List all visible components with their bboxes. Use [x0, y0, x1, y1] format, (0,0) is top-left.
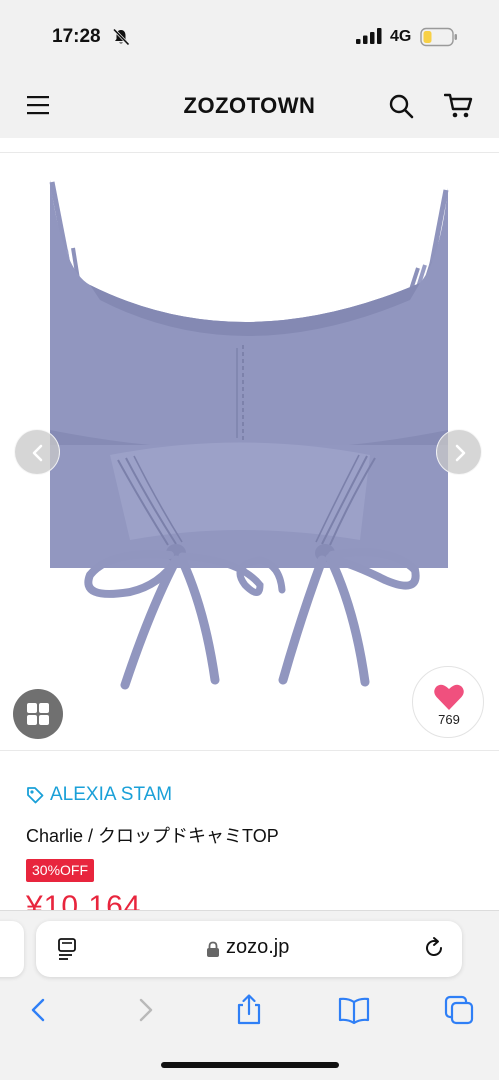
- product-name: Charlie / クロップドキャミTOP: [26, 826, 279, 846]
- grid-icon-cell: [27, 715, 37, 725]
- image-grid-button[interactable]: [13, 689, 63, 739]
- top-area: 17:28 4G ZOZOTOWN: [0, 0, 499, 138]
- site-logo[interactable]: ZOZOTOWN: [0, 93, 499, 119]
- previous-image-button[interactable]: [14, 429, 60, 475]
- previous-tab-pill[interactable]: [0, 921, 24, 977]
- tabs-icon: [444, 995, 474, 1025]
- grid-icon-cell: [39, 703, 49, 713]
- menu-icon[interactable]: [26, 94, 50, 116]
- browser-toolbar: zozo.jp: [0, 910, 499, 1080]
- forward-button[interactable]: [130, 993, 164, 1027]
- lock-icon: [207, 941, 219, 957]
- next-image-button[interactable]: [436, 429, 482, 475]
- chevron-left-icon: [32, 444, 43, 462]
- bell-off-icon: [112, 28, 130, 46]
- reload-icon[interactable]: [422, 936, 446, 960]
- tabs-button[interactable]: [442, 993, 476, 1027]
- share-icon: [237, 994, 261, 1025]
- page-menu-icon[interactable]: [58, 938, 80, 960]
- battery-icon: [420, 27, 457, 47]
- back-icon: [31, 998, 45, 1022]
- discount-badge: 30%OFF: [26, 859, 95, 882]
- cart-icon[interactable]: [444, 92, 474, 120]
- bookmarks-icon: [338, 997, 370, 1025]
- heart-icon: [434, 684, 464, 710]
- search-icon[interactable]: [388, 93, 414, 119]
- bookmarks-button[interactable]: [337, 993, 371, 1027]
- like-count: 769: [438, 712, 460, 727]
- grid-icon-cell: [39, 715, 49, 725]
- product-price: ¥10,164: [26, 890, 142, 912]
- share-button[interactable]: [232, 993, 266, 1027]
- home-indicator: [161, 1062, 339, 1068]
- divider: [0, 750, 499, 751]
- chevron-right-icon: [455, 444, 466, 462]
- product-image-carousel[interactable]: 769: [0, 153, 499, 750]
- signal-icon: [356, 28, 382, 44]
- product-photo: [49, 180, 449, 690]
- network-type: 4G: [390, 28, 412, 45]
- back-button[interactable]: [24, 993, 58, 1027]
- tag-icon: [27, 787, 44, 804]
- status-time: 17:28: [52, 26, 101, 47]
- forward-icon: [139, 998, 153, 1022]
- brand-name: ALEXIA STAM: [50, 784, 173, 805]
- url-text[interactable]: zozo.jp: [226, 936, 289, 959]
- address-bar[interactable]: zozo.jp: [36, 921, 462, 977]
- favorite-button[interactable]: 769: [412, 666, 484, 738]
- grid-icon: [27, 703, 37, 713]
